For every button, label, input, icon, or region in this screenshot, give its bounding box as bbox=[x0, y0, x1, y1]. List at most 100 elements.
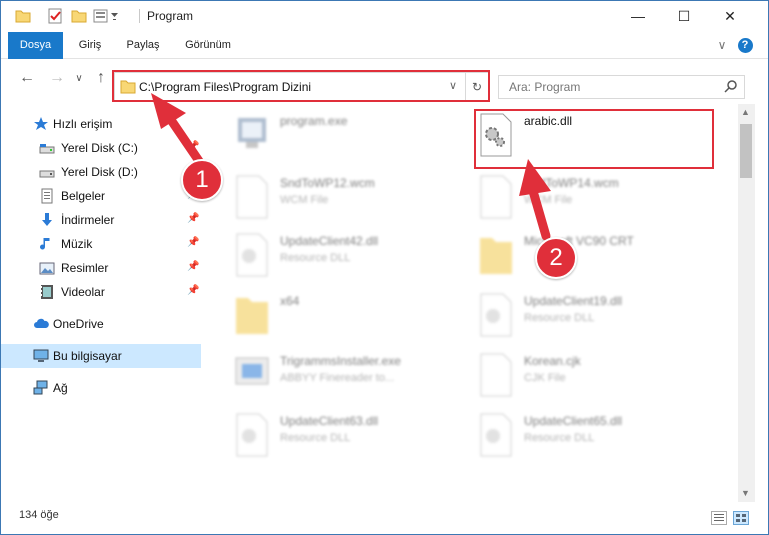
step-2-badge: 2 bbox=[535, 237, 577, 279]
sidebar-item-disk-d[interactable]: Yerel Disk (D:) bbox=[1, 160, 201, 184]
file-name: UpdateClient19.dll bbox=[524, 294, 623, 308]
sidebar-item-documents[interactable]: Belgeler 📌 bbox=[1, 184, 201, 208]
chevron-down-icon: ∨ bbox=[717, 38, 727, 52]
vertical-scrollbar[interactable]: ▲ ▼ bbox=[738, 104, 755, 502]
maximize-button[interactable]: ☐ bbox=[661, 1, 707, 31]
sidebar-item-onedrive[interactable]: OneDrive bbox=[1, 312, 201, 336]
ribbon: Dosya Giriş Paylaş Görünüm ∨ ? bbox=[1, 32, 768, 88]
new-folder-icon[interactable] bbox=[71, 8, 87, 24]
folder-icon bbox=[15, 8, 31, 24]
search-icon bbox=[724, 79, 738, 93]
explorer-window: Program — ☐ ✕ Dosya Giriş Paylaş Görünüm… bbox=[0, 0, 769, 535]
exe-file-icon bbox=[234, 112, 270, 158]
sidebar-item-videos[interactable]: Videolar 📌 bbox=[1, 280, 201, 304]
scroll-down-icon[interactable]: ▼ bbox=[741, 488, 750, 498]
title-bar: Program — ☐ ✕ bbox=[1, 1, 768, 32]
drive-icon bbox=[39, 140, 55, 156]
file-item[interactable]: UpdateClient65.dll Resource DLL bbox=[478, 412, 718, 468]
expand-ribbon-button[interactable]: ∨ bbox=[713, 36, 731, 54]
sidebar-item-label: Bu bilgisayar bbox=[53, 349, 122, 363]
installer-file-icon bbox=[234, 352, 270, 398]
pin-icon: 📌 bbox=[187, 213, 200, 224]
large-icons-view-icon[interactable] bbox=[733, 511, 749, 525]
file-item[interactable]: SndToWP12.wcm WCM File bbox=[234, 174, 474, 230]
properties-icon[interactable] bbox=[47, 8, 63, 24]
download-icon bbox=[39, 212, 55, 228]
computer-icon bbox=[33, 348, 49, 364]
file-item[interactable]: TrigrammsInstaller.exe ABBYY Finereader … bbox=[234, 352, 474, 408]
sidebar-item-music[interactable]: Müzik 📌 bbox=[1, 232, 201, 256]
file-item[interactable]: UpdateClient19.dll Resource DLL bbox=[478, 292, 718, 348]
search-box[interactable]: Ara: Program bbox=[498, 75, 745, 99]
sidebar-item-label: OneDrive bbox=[53, 317, 104, 331]
sidebar-item-label: Yerel Disk (C:) bbox=[61, 141, 138, 155]
status-bar: 134 öğe bbox=[1, 503, 768, 533]
sidebar-item-network[interactable]: Ağ bbox=[1, 376, 201, 400]
address-highlight-box bbox=[112, 70, 490, 102]
window-title: Program bbox=[147, 9, 194, 23]
file-type: Resource DLL bbox=[280, 432, 351, 444]
file-item[interactable]: UpdateClient42.dll Resource DLL bbox=[234, 232, 474, 288]
navigation-pane: Hızlı erişim Yerel Disk (C:) 📌 Yerel Dis… bbox=[1, 104, 206, 502]
sidebar-item-label: Yerel Disk (D:) bbox=[61, 165, 138, 179]
file-item[interactable]: x64 bbox=[234, 292, 474, 348]
file-highlight-box bbox=[474, 109, 714, 169]
document-file-icon bbox=[234, 174, 270, 220]
drive-icon bbox=[39, 164, 55, 180]
dll-file-icon bbox=[234, 412, 270, 458]
search-input[interactable]: Ara: Program bbox=[509, 80, 580, 94]
back-button[interactable]: ← bbox=[17, 69, 37, 87]
file-item[interactable]: SndToWP14.wcm WCM File bbox=[478, 174, 718, 230]
sidebar-item-this-pc[interactable]: Bu bilgisayar bbox=[1, 344, 201, 368]
file-item[interactable]: Microsoft VC90 CRT bbox=[478, 232, 718, 288]
up-arrow-icon: ↑ bbox=[97, 69, 105, 86]
sidebar-item-label: Resimler bbox=[61, 261, 109, 275]
forward-arrow-icon: → bbox=[49, 69, 65, 86]
file-item[interactable]: UpdateClient63.dll Resource DLL bbox=[234, 412, 474, 468]
up-button[interactable]: ↑ bbox=[91, 69, 111, 87]
network-icon bbox=[33, 380, 49, 396]
sidebar-item-disk-c[interactable]: Yerel Disk (C:) 📌 bbox=[1, 136, 201, 160]
step-1-badge: 1 bbox=[181, 159, 223, 201]
file-name: SndToWP14.wcm bbox=[524, 176, 619, 190]
forward-button[interactable]: → bbox=[47, 69, 67, 87]
documents-icon bbox=[39, 188, 55, 204]
sidebar-item-label: Müzik bbox=[61, 237, 93, 251]
minimize-button[interactable]: — bbox=[615, 1, 661, 31]
navigation-bar: ← → ∨ ↑ C:\Program Files\Program Dizini … bbox=[1, 59, 768, 102]
sidebar-item-label: Videolar bbox=[61, 285, 105, 299]
file-item[interactable]: program.exe bbox=[234, 112, 474, 168]
file-type: Resource DLL bbox=[280, 252, 351, 264]
cloud-icon bbox=[33, 316, 49, 332]
pin-icon: 📌 bbox=[187, 285, 200, 296]
sidebar-item-downloads[interactable]: İndirmeler 📌 bbox=[1, 208, 201, 232]
item-count: 134 öğe bbox=[19, 509, 59, 521]
pin-icon: 📌 bbox=[187, 261, 200, 272]
file-item[interactable]: Korean.cjk CJK File bbox=[478, 352, 718, 408]
tab-home[interactable]: Giriş bbox=[69, 32, 111, 58]
document-file-icon bbox=[478, 174, 514, 220]
sidebar-item-pictures[interactable]: Resimler 📌 bbox=[1, 256, 201, 280]
dll-file-icon bbox=[478, 292, 514, 338]
scrollbar-thumb[interactable] bbox=[740, 124, 752, 178]
document-file-icon bbox=[478, 352, 514, 398]
customize-toolbar-icon[interactable] bbox=[93, 8, 123, 24]
file-name: x64 bbox=[280, 294, 300, 308]
file-name: SndToWP12.wcm bbox=[280, 176, 375, 190]
close-button[interactable]: ✕ bbox=[707, 1, 753, 31]
scroll-up-icon[interactable]: ▲ bbox=[741, 107, 750, 117]
recent-locations-button[interactable]: ∨ bbox=[69, 69, 89, 87]
help-button[interactable]: ? bbox=[736, 36, 754, 54]
sidebar-item-label: İndirmeler bbox=[61, 213, 115, 227]
sidebar-item-quick-access[interactable]: Hızlı erişim bbox=[1, 112, 201, 136]
music-icon bbox=[39, 236, 55, 252]
dll-file-icon bbox=[234, 232, 270, 278]
file-name: UpdateClient63.dll bbox=[280, 414, 379, 428]
sidebar-item-label: Belgeler bbox=[61, 189, 106, 203]
pin-icon: 📌 bbox=[187, 141, 200, 152]
file-type: Resource DLL bbox=[524, 432, 595, 444]
details-view-icon[interactable] bbox=[711, 511, 727, 525]
tab-view[interactable]: Görünüm bbox=[177, 32, 239, 58]
tab-share[interactable]: Paylaş bbox=[119, 32, 167, 58]
videos-icon bbox=[39, 284, 55, 300]
